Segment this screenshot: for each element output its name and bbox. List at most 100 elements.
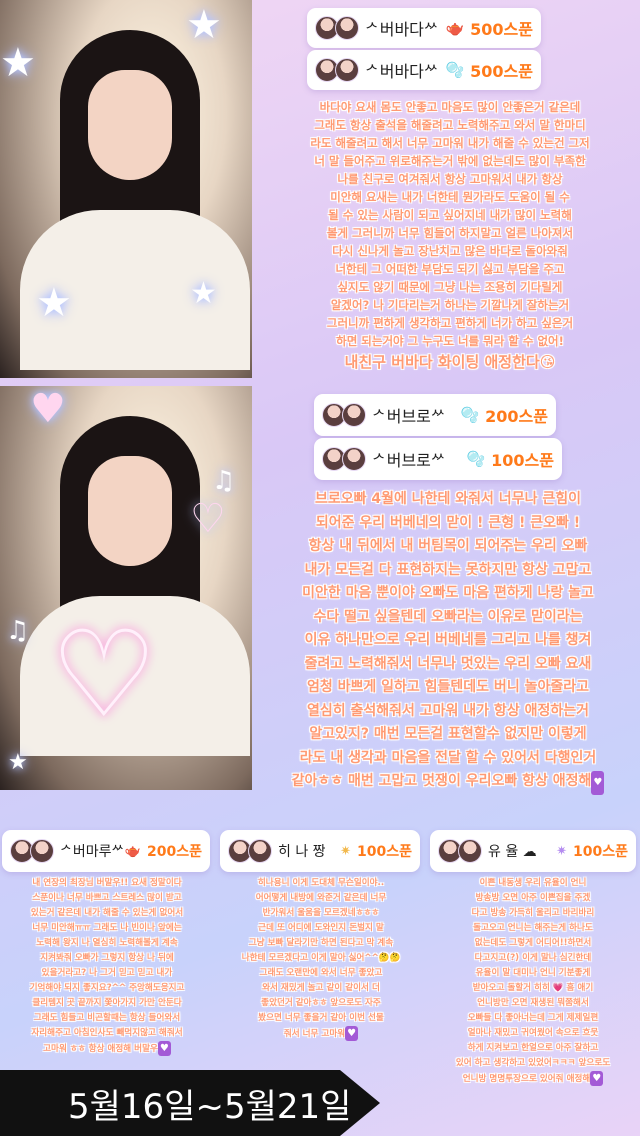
spoon-card-bro-2[interactable]: ᄼ버브로ᄽ 🫧 100스푼	[314, 438, 562, 480]
message-line: 다고지고(?) 이게 말나 심긴한데	[474, 953, 592, 963]
message-line: 근데 또 어디에 도와인지 돈벌지 말	[258, 923, 384, 933]
spoon-amount: 100스푼	[491, 451, 554, 470]
message-line: 좋았던거 같아ㅎㅎ 앞으로도 자주	[261, 998, 381, 1008]
spoon-icon: 🫧	[445, 61, 465, 79]
message-line: 미안한 마음 뿐이야 오빠도 마음 편하게 나랑 놀고	[302, 585, 594, 601]
message-line: 나를 친구로 여겨줘서 항상 고마워서 내가 항상	[337, 172, 563, 186]
avatar	[248, 839, 272, 863]
message-line: 이유 하나만으로 우리 버베네를 그리고 나를 챙겨	[304, 632, 592, 648]
message-text: 같아ㅎㅎ 매번 고맙고 멋쟁이 우리오빠 항상 애정해	[291, 773, 592, 789]
message-line: 반가워서 울움을 모르겠네ㅎㅎㅎ	[262, 908, 380, 918]
message-line: 엄청 바쁘게 일하고 힘들텐데도 버니 놀아줄라고	[307, 679, 589, 695]
spoon-card-bada-2[interactable]: ᄼ버바다ᄽ 🫧 500스푼	[307, 50, 541, 90]
message-bada: 바다야 요새 몸도 안좋고 마음도 많이 안좋은거 같은데 그래도 항상 출석을…	[262, 98, 638, 374]
date-range: 5월16일~5월21일	[68, 1086, 352, 1127]
star-sticker-icon: ★	[8, 750, 28, 775]
heart-sticker-icon: ♥	[30, 386, 66, 432]
message-line: 있는거 같은데 내가 해줄 수 있는게 없어서	[30, 908, 184, 918]
message-line: 기억해야 되지 좋지요?^^ 주앙해도응지고	[29, 983, 185, 993]
message-line: 열심히 출석해줘서 고마워 내가 항상 애정하는거	[307, 702, 589, 719]
spoon-amount: 200스푼	[147, 844, 202, 860]
star-sticker-icon: ★	[190, 276, 217, 311]
message-line: 히나용니 이게 도대체 무슨일이야..	[257, 878, 385, 888]
spoon-icon: ✷	[340, 843, 352, 859]
face-shape	[88, 456, 172, 566]
heart-icon: ♥	[590, 1071, 604, 1086]
avatar	[335, 16, 359, 40]
spoon-card-bro-1[interactable]: ᄼ버브로ᄽ 🫧 200스푼	[314, 394, 556, 436]
love-heart-icon: ♡	[50, 606, 158, 745]
profile-photo-top: ★ ★ ★ ★	[0, 0, 252, 378]
message-line: 나한테 모르겠다고 이게 말아 싫어^^🤔🤔	[241, 953, 401, 963]
message-line: 어어떻게 내방에 와준거 같은데 너무	[255, 893, 387, 903]
heart-icon: ♥	[591, 771, 605, 795]
message-text: 고마워 ㅎㅎ 항상 애정해 버말우	[43, 1044, 158, 1054]
avatar-pair	[322, 403, 366, 427]
spoon-card-maru[interactable]: ᄼ버마루ᄽ 🫖 200스푼	[2, 830, 210, 872]
message-line: 되어준 우리 버베네의 맏이 ! 큰형 ! 큰오빠 !	[315, 514, 581, 531]
music-note-icon: ♫	[212, 466, 236, 496]
message-line: 그냥 보빠 달라기만 하면 된다고 막 계속	[248, 938, 394, 948]
heart-sticker-icon: ♡	[190, 496, 226, 542]
avatar-pair	[315, 16, 359, 40]
spoon-icon: 🫧	[460, 406, 480, 424]
spoon-card-bada-1[interactable]: ᄼ버바다ᄽ 🫖 500스푼	[307, 8, 541, 48]
message-line: 수다 떨고 싶을텐데 오빠라는 이유로 맏이라는	[313, 608, 583, 625]
message-line: 하면 되는거야 그 누구도 너를 뭐라 할 수 없어!	[336, 334, 564, 348]
message-line: 내친구 버바다 화이팅 애정한다😘	[344, 353, 556, 371]
spoon-icon: 🫖	[445, 19, 465, 37]
message-line: 지켜봐줘 오빠가 그렇지 항상 나 뒤에	[40, 953, 174, 963]
avatar	[30, 839, 54, 863]
message-maru: 내 연장의 최장님 버말우!! 요새 정말이다 스푼이나 너무 바쁘고 스트레스…	[2, 876, 212, 1057]
avatar	[342, 447, 366, 471]
message-line: 라도 해줄려고 해서 너무 고마워 내가 해줄 수 있는건 그저	[310, 136, 590, 150]
message-line: 너 말 들어주고 위로해주는거 밖에 없는데도 많이 부족한	[314, 154, 586, 168]
sender-name: ᄼ버마루ᄽ	[60, 844, 125, 860]
sender-name: ᄼ버브로ᄽ	[372, 407, 446, 426]
face-shape	[88, 70, 172, 180]
spoon-amount: 200스푼	[485, 407, 548, 426]
sender-name: ᄼ버바다ᄽ	[365, 62, 439, 81]
message-line: 같아ㅎㅎ 매번 고맙고 멋쟁이 우리오빠 항상 애정해 ♥	[256, 770, 640, 795]
message-line: 고마워 ㅎㅎ 항상 애정해 버말우 ♥	[2, 1041, 212, 1057]
message-line: 브로오빠 4월에 나한테 와줘서 너무나 큰힘이	[315, 491, 581, 507]
spoon-icon: 🫧	[466, 450, 486, 468]
avatar	[458, 839, 482, 863]
message-line: 오빠들 다 좋아너는데 그게 제제일편	[467, 1013, 599, 1023]
message-line: 그래도 항상 출석을 해줄려고 노력해주고 와서 말 한마디	[314, 118, 586, 132]
message-line: 그러니까 편하게 생각하고 편하게 너가 하고 싶은거	[326, 316, 574, 330]
sender-name: ᄼ버브로ᄽ	[372, 451, 446, 470]
message-text: 줘서 너무 고마워	[283, 1029, 346, 1039]
spoon-amount: 100스푼	[357, 844, 412, 860]
message-line: 라도 내 생각과 마음을 전달 할 수 있어서 다행인거	[299, 749, 597, 766]
message-line: 없는데도 그렇게 어디어!!하면서	[474, 938, 592, 948]
message-line: 바다야 요새 몸도 안좋고 마음도 많이 안좋은거 같은데	[319, 100, 581, 114]
message-line: 미안해 요새는 내가 너한테 뭔가라도 도움이 될 수	[330, 190, 570, 204]
message-line: 싶지도 않기 때문에 그냥 나는 조용히 기다릴게	[337, 280, 563, 294]
avatar	[335, 58, 359, 82]
message-line: 있을거라고? 나 그거 믿고 믿고 내가	[41, 968, 173, 978]
heart-icon: ♥	[157, 1041, 171, 1056]
spoon-card-hina[interactable]: 히 나 짱 ✷ 100스푼	[220, 830, 420, 872]
message-line: 있어 하고 생각하고 있었어ㅋㅋㅋ 앞으로도	[455, 1058, 611, 1068]
message-line: 스푼이나 너무 바쁘고 스트레스 많이 받고	[32, 893, 182, 903]
message-line: 클리템지 곳 끝까지 쫓아가지 가만 안둔다	[32, 998, 182, 1008]
message-line: 유율이 말 대미나 언니 기분좋게	[475, 968, 591, 978]
spoon-icon: 🫖	[124, 843, 142, 859]
message-line: 될 수 있는 사람이 되고 싶어지네 내가 많이 노력해	[328, 208, 572, 222]
message-line: 줄려고 노력해줘서 너무나 멋있는 우리 오빠 요새	[304, 655, 592, 672]
message-line: 와서 재밌게 놀고 같이 같이서 더	[262, 983, 380, 993]
message-yul: 이쁜 내동생 우리 유율이 언니 방송방 오면 아주 이쁜집을 주겠 다고 방송…	[428, 876, 638, 1087]
spoon-card-yul[interactable]: 유 율 ☁ ✷ 100스푼	[430, 830, 636, 872]
message-line: 볼게 그러니까 너무 힘들어 하지말고 얼른 나아져서	[326, 226, 574, 240]
sender-name: ᄼ버바다ᄽ	[365, 20, 439, 39]
message-line: 자리해주고 아침인사도 빼먹지않고 해줘서	[31, 1028, 183, 1038]
message-line: 하게 지켜보고 한얼으로 아주 잘하고	[467, 1043, 599, 1053]
message-line: 항상 내 뒤에서 내 버팀목이 되어주는 우리 오빠	[308, 538, 588, 554]
spoon-amount: 500스푼	[470, 20, 533, 39]
spoon-icon: ✷	[556, 843, 568, 859]
message-line: 줘서 너무 고마워 ♥	[218, 1026, 424, 1042]
spoon-amount: 100스푼	[573, 844, 628, 860]
message-line: 너무 미안해ㅠㅠ 그래도 나 빈이나 앞에는	[32, 923, 182, 933]
star-sticker-icon: ★	[36, 280, 72, 326]
